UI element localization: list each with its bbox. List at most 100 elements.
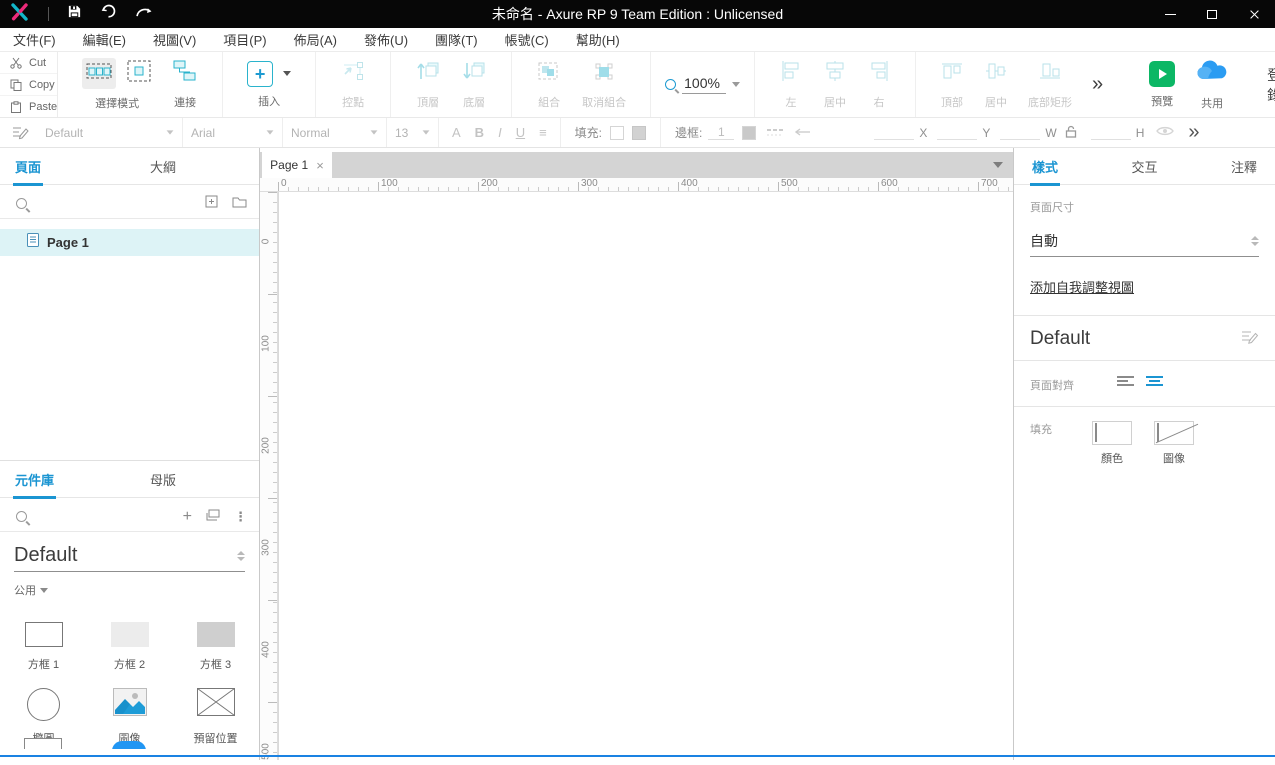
component-box2[interactable]: 方框 2 — [87, 604, 173, 678]
library-stack-icon[interactable] — [206, 508, 220, 526]
fill-image-option[interactable]: 圖像 — [1154, 421, 1194, 466]
edit-style-icon[interactable] — [1241, 329, 1259, 350]
pages-search-icon[interactable] — [16, 198, 27, 209]
menu-help[interactable]: 幫助(H) — [576, 30, 620, 49]
menu-view[interactable]: 視圖(V) — [153, 30, 196, 49]
library-select[interactable]: Default — [14, 544, 245, 572]
tab-pages[interactable]: 頁面 — [15, 157, 41, 176]
paste-button[interactable]: Paste — [0, 96, 57, 117]
page-tree-item-page1[interactable]: Page 1 — [0, 229, 259, 256]
select-intersect-icon[interactable] — [82, 58, 116, 89]
bold-button[interactable]: B — [468, 125, 491, 140]
align-bottom-tool[interactable]: 底部矩形 — [1018, 52, 1082, 117]
tab-outline[interactable]: 大綱 — [150, 157, 176, 176]
h-field[interactable] — [1091, 126, 1131, 140]
y-field[interactable] — [937, 126, 977, 140]
save-icon[interactable] — [67, 4, 82, 24]
add-adaptive-views-link[interactable]: 添加自我調整視圖 — [1030, 277, 1134, 296]
point-tool[interactable]: 控點 — [330, 52, 376, 117]
border-color-swatch[interactable] — [742, 126, 756, 140]
insert-plus-icon[interactable]: + — [247, 61, 273, 87]
align-center-tool[interactable]: 居中 — [813, 52, 857, 117]
bullet-list-button[interactable]: ≡ — [532, 125, 554, 140]
component-box1[interactable]: 方框 1 — [1, 604, 87, 678]
menu-account[interactable]: 帳號(C) — [505, 30, 549, 49]
menu-project[interactable]: 項目(P) — [223, 30, 266, 49]
align-top-tool[interactable]: 頂部 — [930, 52, 974, 117]
close-button[interactable] — [1233, 0, 1275, 28]
toolbar-more-tool[interactable]: » — [1082, 52, 1111, 117]
maximize-button[interactable] — [1191, 0, 1233, 28]
font-color-button[interactable]: A — [445, 125, 468, 140]
tab-library[interactable]: 元件庫 — [15, 470, 54, 489]
component-box3[interactable]: 方框 3 — [173, 604, 259, 678]
add-folder-icon[interactable] — [232, 195, 247, 213]
align-left-tool[interactable]: 左 — [769, 52, 813, 117]
weight-dropdown[interactable]: Normal — [283, 118, 387, 147]
preview-tool[interactable]: 預覽 — [1139, 52, 1185, 117]
minimize-button[interactable] — [1149, 0, 1191, 28]
tab-close-icon[interactable]: × — [316, 158, 324, 173]
group-tool[interactable]: 組合 — [526, 52, 572, 117]
select-contain-icon[interactable] — [126, 59, 152, 88]
menu-publish[interactable]: 發佈(U) — [364, 30, 408, 49]
send-to-back-tool[interactable]: 底層 — [451, 52, 497, 117]
tab-notes[interactable]: 注釋 — [1231, 157, 1257, 176]
connect-tool[interactable]: 連接 — [162, 52, 208, 117]
style-edit-icon[interactable] — [0, 118, 37, 147]
canvas-tab-page1[interactable]: Page 1 × — [262, 152, 332, 178]
zoom-value[interactable]: 100% — [682, 75, 726, 94]
insert-tool[interactable]: + 插入 — [237, 52, 301, 117]
insert-caret-icon[interactable] — [283, 71, 291, 76]
primary-button-component-partial[interactable] — [112, 741, 146, 749]
library-menu-icon[interactable]: ⋮ — [234, 509, 247, 525]
arrow-style-icon[interactable] — [794, 126, 812, 140]
ungroup-tool[interactable]: 取消組合 — [572, 52, 636, 117]
group-label: 組合 — [538, 94, 560, 110]
menu-edit[interactable]: 編輯(E) — [83, 30, 126, 49]
cut-button[interactable]: Cut — [0, 52, 57, 74]
page-align-left-icon[interactable] — [1116, 375, 1135, 394]
align-middle-tool[interactable]: 居中 — [974, 52, 1018, 117]
style-dropdown[interactable]: Default — [37, 118, 183, 147]
share-tool[interactable]: 共用 — [1185, 52, 1239, 117]
canvas-area[interactable]: Page 1 × ⊕ 0 100 200 300 400 500 600 700… — [260, 148, 1013, 760]
zoom-caret-icon[interactable] — [732, 82, 740, 87]
library-group-common[interactable]: 公用 — [14, 582, 259, 598]
group-icon — [536, 59, 562, 88]
tab-list-caret-icon[interactable] — [993, 162, 1003, 168]
add-page-icon[interactable] — [205, 195, 218, 213]
italic-button[interactable]: I — [491, 125, 509, 140]
bring-to-front-tool[interactable]: 頂層 — [405, 52, 451, 117]
add-library-icon[interactable]: + — [183, 509, 192, 525]
format-more-icon[interactable]: » — [1188, 121, 1197, 144]
tab-masters[interactable]: 母版 — [150, 470, 176, 489]
align-right-tool[interactable]: 右 — [857, 52, 901, 117]
copy-button[interactable]: Copy — [0, 74, 57, 96]
page-size-select[interactable]: 自動 — [1030, 231, 1259, 257]
undo-icon[interactable] — [100, 4, 117, 24]
x-field[interactable] — [874, 126, 914, 140]
size-dropdown[interactable]: 13 — [387, 118, 439, 147]
menu-file[interactable]: 文件(F) — [13, 30, 56, 49]
tab-interaction[interactable]: 交互 — [1131, 157, 1157, 176]
fill-none-swatch[interactable] — [632, 126, 646, 140]
login-button[interactable]: 登錄 — [1267, 65, 1275, 105]
lock-ratio-icon[interactable] — [1065, 125, 1077, 141]
menu-arrange[interactable]: 佈局(A) — [294, 30, 337, 49]
redo-icon[interactable] — [135, 5, 154, 23]
page-align-center-icon[interactable] — [1145, 375, 1164, 394]
visibility-eye-icon[interactable] — [1156, 125, 1174, 140]
select-mode-tool[interactable]: 選擇模式 — [72, 52, 162, 117]
fill-color-option[interactable]: 顏色 — [1092, 421, 1132, 466]
border-style-icon[interactable] — [766, 126, 784, 140]
button-component-partial[interactable] — [24, 738, 62, 749]
font-dropdown[interactable]: Arial — [183, 118, 283, 147]
library-search-icon[interactable] — [16, 511, 27, 522]
w-field[interactable] — [1000, 126, 1040, 140]
fill-color-swatch[interactable] — [610, 126, 624, 140]
underline-button[interactable]: U — [509, 125, 532, 140]
tab-style[interactable]: 樣式 — [1032, 157, 1058, 176]
menu-team[interactable]: 團隊(T) — [435, 30, 478, 49]
border-width-field[interactable]: 1 — [708, 125, 734, 140]
